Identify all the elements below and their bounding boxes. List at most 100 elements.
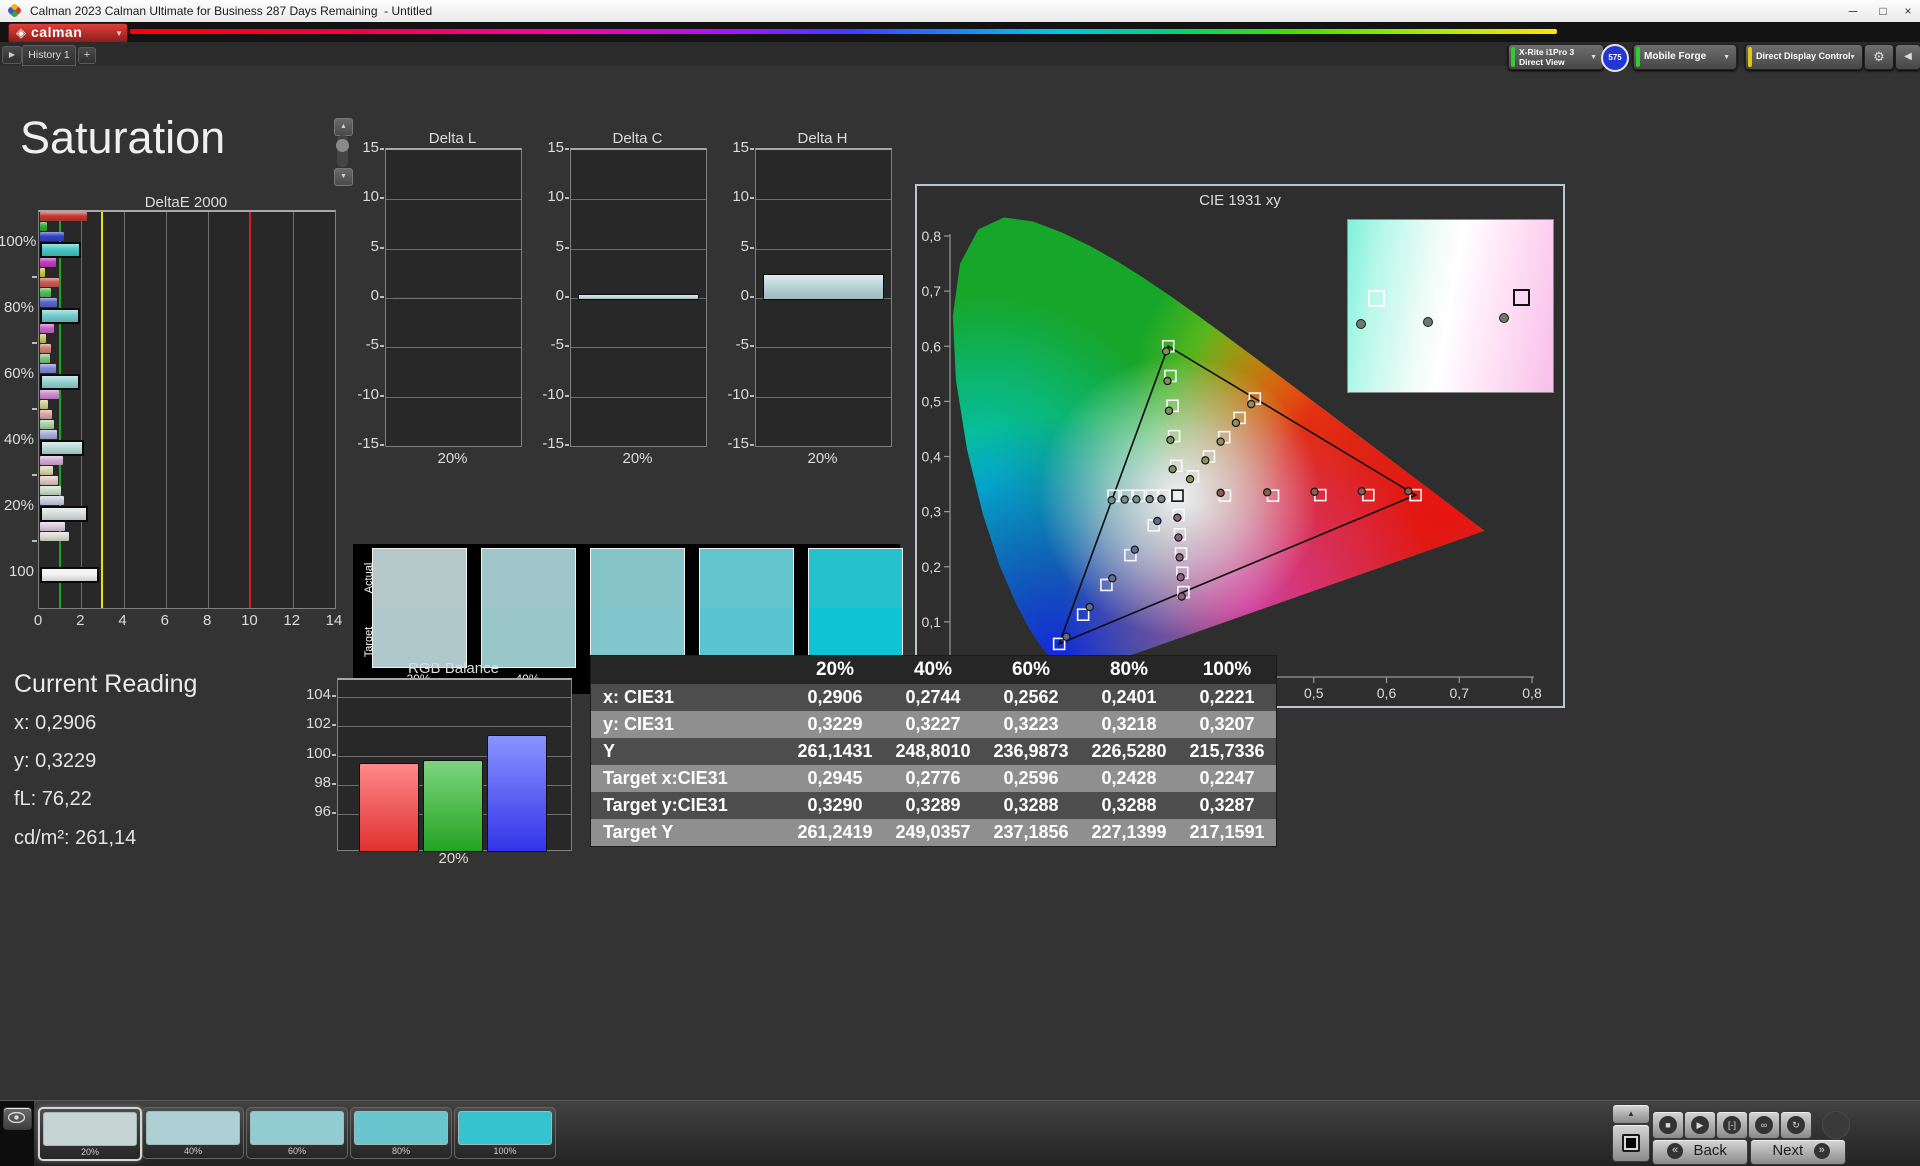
deltae-bar-20% xyxy=(40,522,66,531)
delta-y-tickmark xyxy=(380,296,384,298)
delta-gridline xyxy=(756,347,891,349)
scroll-up-icon[interactable]: ▲ xyxy=(334,118,353,136)
close-icon[interactable]: × xyxy=(1896,0,1920,22)
delta-y-tick: -10 xyxy=(357,385,379,403)
rgb-y-tick: 104 xyxy=(305,686,331,704)
deltae-gridline xyxy=(81,212,83,608)
cie-measured-marker xyxy=(1108,574,1117,583)
svg-text:0,6: 0,6 xyxy=(1377,685,1397,701)
add-tab-button[interactable]: + xyxy=(78,47,96,64)
back-label: Back xyxy=(1693,1142,1727,1159)
table-cell: 0,2562 xyxy=(1003,687,1059,707)
delta-y-tickmark xyxy=(750,246,754,249)
refresh-button[interactable]: ↻ xyxy=(1780,1111,1812,1139)
cie-measured-marker xyxy=(1161,347,1171,356)
table-cell: 0,3229 xyxy=(807,714,863,734)
stop-measure-button[interactable] xyxy=(1612,1124,1650,1162)
strip-thumbnail-80%[interactable]: 80% xyxy=(350,1107,452,1159)
deltae-bar-60% xyxy=(40,400,49,409)
table-cell: 227,1399 xyxy=(1091,822,1167,842)
deltae-x-tick: 0 xyxy=(33,612,43,629)
delta-y-tick: -5 xyxy=(365,336,379,354)
logo-bar: ◈ calman ▼ xyxy=(0,22,1920,43)
maximize-icon[interactable]: □ xyxy=(1868,0,1898,22)
calman-brand: calman xyxy=(31,24,83,40)
calman-menu-button[interactable]: ◈ calman ▼ xyxy=(8,23,128,43)
chevron-down-icon: ▼ xyxy=(1590,54,1597,61)
table-row-label: Y xyxy=(603,741,616,761)
session-indicator[interactable] xyxy=(1822,1111,1850,1139)
deltae-bar-20% xyxy=(40,496,65,505)
app-icon xyxy=(6,2,23,19)
delta-y-tick: -10 xyxy=(727,385,749,403)
table-cell: 261,1431 xyxy=(797,741,873,761)
back-button[interactable]: « Back xyxy=(1652,1139,1748,1165)
delta-y-tickmark xyxy=(380,197,384,200)
delta-xlabel: 20% xyxy=(437,450,468,467)
cie-measured-marker xyxy=(1216,437,1225,446)
reading-y: y: 0,3229 xyxy=(14,750,97,772)
delta-y-tick: -15 xyxy=(542,435,564,452)
deltae-bar-40% xyxy=(40,440,85,456)
thumbnail-swatch xyxy=(146,1111,240,1145)
loop-button[interactable]: ∞ xyxy=(1748,1111,1780,1139)
delta-xlabel: 20% xyxy=(807,450,838,467)
delta-chart-title: Delta L xyxy=(428,130,477,147)
cie-measured-marker xyxy=(1173,513,1182,522)
strip-thumbnail-20%[interactable]: 20% xyxy=(38,1107,142,1161)
rgb-y-tickmark xyxy=(332,695,336,698)
refresh-icon: ↻ xyxy=(1787,1116,1805,1134)
cie-zoom-inset xyxy=(1347,219,1554,393)
minimize-icon[interactable]: ─ xyxy=(1838,0,1868,22)
chevron-down-icon: ▼ xyxy=(115,29,123,38)
table-row: y: CIE31 0,3229 0,3227 0,3223 0,3218 0,3207 xyxy=(591,711,1276,738)
svg-text:0,4: 0,4 xyxy=(922,449,942,465)
scroll-down-icon[interactable]: ▼ xyxy=(334,168,353,186)
step-button[interactable]: [-] xyxy=(1716,1111,1748,1139)
delta-y-tick: 10 xyxy=(732,188,749,206)
thumbnail-label: 60% xyxy=(287,1146,306,1156)
meter-status-stripe xyxy=(1511,47,1515,67)
panel-up-icon[interactable]: ▲ xyxy=(1612,1104,1650,1124)
next-label: Next xyxy=(1772,1142,1804,1159)
next-button[interactable]: Next » xyxy=(1750,1139,1846,1165)
window-titlebar: Calman 2023 Calman Ultimate for Business… xyxy=(0,0,1920,22)
cie-measured-marker xyxy=(1246,399,1256,409)
strip-thumbnail-100%[interactable]: 100% xyxy=(454,1107,556,1159)
deltae-bar-40% xyxy=(40,456,64,465)
inset-current-target-marker xyxy=(1513,288,1531,306)
delta-y-tick: -5 xyxy=(550,336,564,354)
tab-history-1[interactable]: History 1 xyxy=(22,45,76,66)
stop-button[interactable]: ■ xyxy=(1652,1111,1684,1139)
deltae-bar-100% xyxy=(40,268,46,277)
deltae-group-label: 100% xyxy=(0,233,37,250)
delta-y-tick: 10 xyxy=(362,188,379,206)
swatch-actual xyxy=(373,549,466,608)
eye-icon[interactable] xyxy=(3,1107,32,1130)
deltae-gridline xyxy=(165,212,167,608)
delta-gridline xyxy=(756,199,891,201)
table-cell: 0,2776 xyxy=(905,768,961,788)
table-row: Target x:CIE31 0,2945 0,2776 0,2596 0,2428 0,… xyxy=(591,765,1276,792)
delta-gridline xyxy=(386,248,521,250)
inset-measured-marker xyxy=(1498,313,1509,324)
rgb-y-tick: 102 xyxy=(305,715,331,733)
rgb-gridline xyxy=(338,697,571,699)
tab-scroll-button[interactable]: ▶ xyxy=(2,46,22,64)
deltae-bar-20% xyxy=(40,532,69,541)
rgb-balance-title: RGB Balance xyxy=(408,660,499,677)
delta-y-tick: -15 xyxy=(357,435,379,452)
deltae-bar-60% xyxy=(40,354,50,363)
deltae-gridline xyxy=(292,212,294,608)
deltae-group-label: 80% xyxy=(3,299,34,316)
display-label: Direct Display Control xyxy=(1756,51,1851,61)
play-button[interactable]: ▶ xyxy=(1684,1111,1716,1139)
deltae-bar-100 xyxy=(40,567,99,583)
thumbnail-swatch xyxy=(250,1111,344,1145)
table-cell: 215,7336 xyxy=(1189,741,1265,761)
swatch-target xyxy=(482,608,575,667)
strip-thumbnail-40%[interactable]: 40% xyxy=(142,1107,244,1159)
strip-thumbnail-60%[interactable]: 60% xyxy=(246,1107,348,1159)
table-cell: 0,3218 xyxy=(1101,714,1157,734)
source-label: Mobile Forge xyxy=(1644,51,1707,62)
